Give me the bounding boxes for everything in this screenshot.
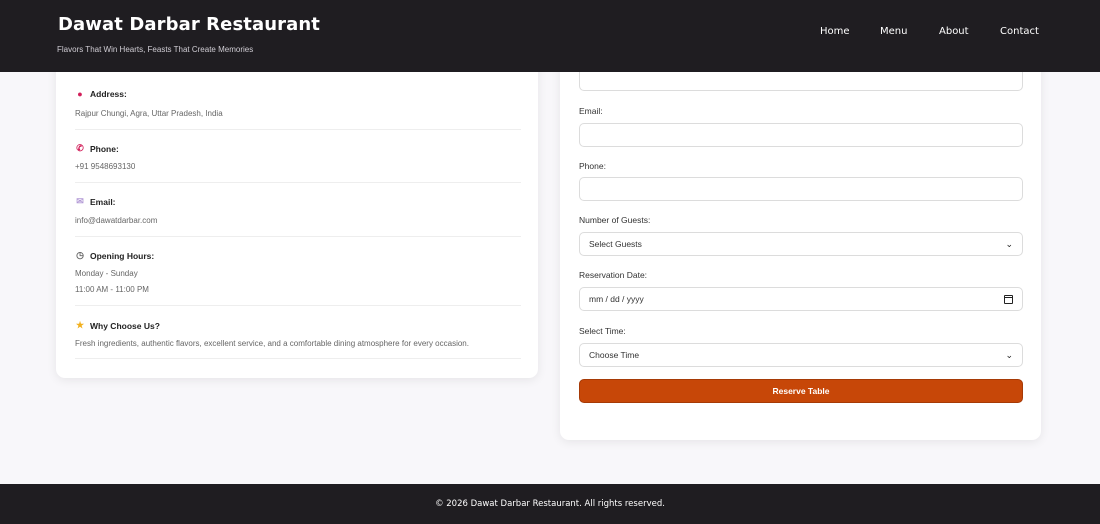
reservation-form-card: Email: Phone: Number of Guests: Select G… (560, 40, 1041, 440)
main-nav: Home Menu About Contact (0, 26, 1100, 46)
hours-time: 11:00 AM - 11:00 PM (75, 285, 149, 294)
nav-contact[interactable]: Contact (1000, 26, 1039, 37)
site-footer: © 2026 Dawat Darbar Restaurant. All righ… (0, 484, 1100, 524)
phone-label: Phone: (90, 143, 119, 154)
nav-about[interactable]: About (939, 26, 969, 37)
hours-item: ◷ Opening Hours: Monday - Sunday 11:00 A… (75, 237, 521, 306)
nav-home[interactable]: Home (820, 26, 850, 37)
site-tagline: Flavors That Win Hearts, Feasts That Cre… (57, 45, 254, 54)
address-value: Rajpur Chungi, Agra, Uttar Pradesh, Indi… (75, 109, 223, 118)
guests-select-label: Number of Guests: (579, 215, 651, 225)
date-field-label: Reservation Date: (579, 270, 648, 280)
calendar-icon[interactable] (1004, 294, 1013, 304)
site-header: Dawat Darbar Restaurant Flavors That Win… (0, 0, 1100, 72)
phone-field-label: Phone: (579, 161, 606, 171)
email-item: ✉ Email: info@dawatdarbar.com (75, 183, 521, 237)
email-field-label: Email: (579, 106, 603, 116)
time-select[interactable]: Choose Time ⌄ (579, 343, 1023, 367)
chevron-down-icon: ⌄ (1005, 349, 1013, 360)
contact-info-card: ● Address: Rajpur Chungi, Agra, Uttar Pr… (56, 40, 538, 378)
guests-select[interactable]: Select Guests ⌄ (579, 232, 1023, 256)
reserve-table-button[interactable]: Reserve Table (579, 379, 1023, 403)
copyright-text: © 2026 Dawat Darbar Restaurant. All righ… (435, 499, 665, 509)
star-icon: ★ (75, 320, 85, 330)
hours-days: Monday - Sunday (75, 269, 138, 278)
nav-menu[interactable]: Menu (880, 26, 907, 37)
clock-icon: ◷ (76, 250, 84, 260)
envelope-icon: ✉ (76, 196, 84, 206)
guests-select-value: Select Guests (589, 239, 642, 249)
email-field[interactable] (579, 123, 1023, 147)
hours-label: Opening Hours: (90, 250, 155, 261)
why-label: Why Choose Us? (90, 320, 160, 331)
email-value: info@dawatdarbar.com (75, 216, 158, 225)
phone-value: +91 9548693130 (75, 162, 136, 171)
phone-item: ✆ Phone: +91 9548693130 (75, 130, 521, 183)
email-label: Email: (90, 196, 116, 207)
chevron-down-icon: ⌄ (1005, 238, 1013, 249)
phone-field[interactable] (579, 177, 1023, 201)
time-select-label: Select Time: (579, 326, 626, 336)
time-select-value: Choose Time (589, 350, 640, 360)
phone-icon: ✆ (76, 143, 84, 153)
why-item: ★ Why Choose Us? Fresh ingredients, auth… (75, 306, 521, 359)
date-field[interactable]: mm / dd / yyyy (579, 287, 1023, 311)
pin-icon: ● (77, 89, 83, 99)
date-field-placeholder: mm / dd / yyyy (589, 294, 644, 304)
why-value: Fresh ingredients, authentic flavors, ex… (75, 339, 469, 348)
address-item: ● Address: Rajpur Chungi, Agra, Uttar Pr… (75, 84, 521, 130)
address-label: Address: (90, 89, 127, 99)
